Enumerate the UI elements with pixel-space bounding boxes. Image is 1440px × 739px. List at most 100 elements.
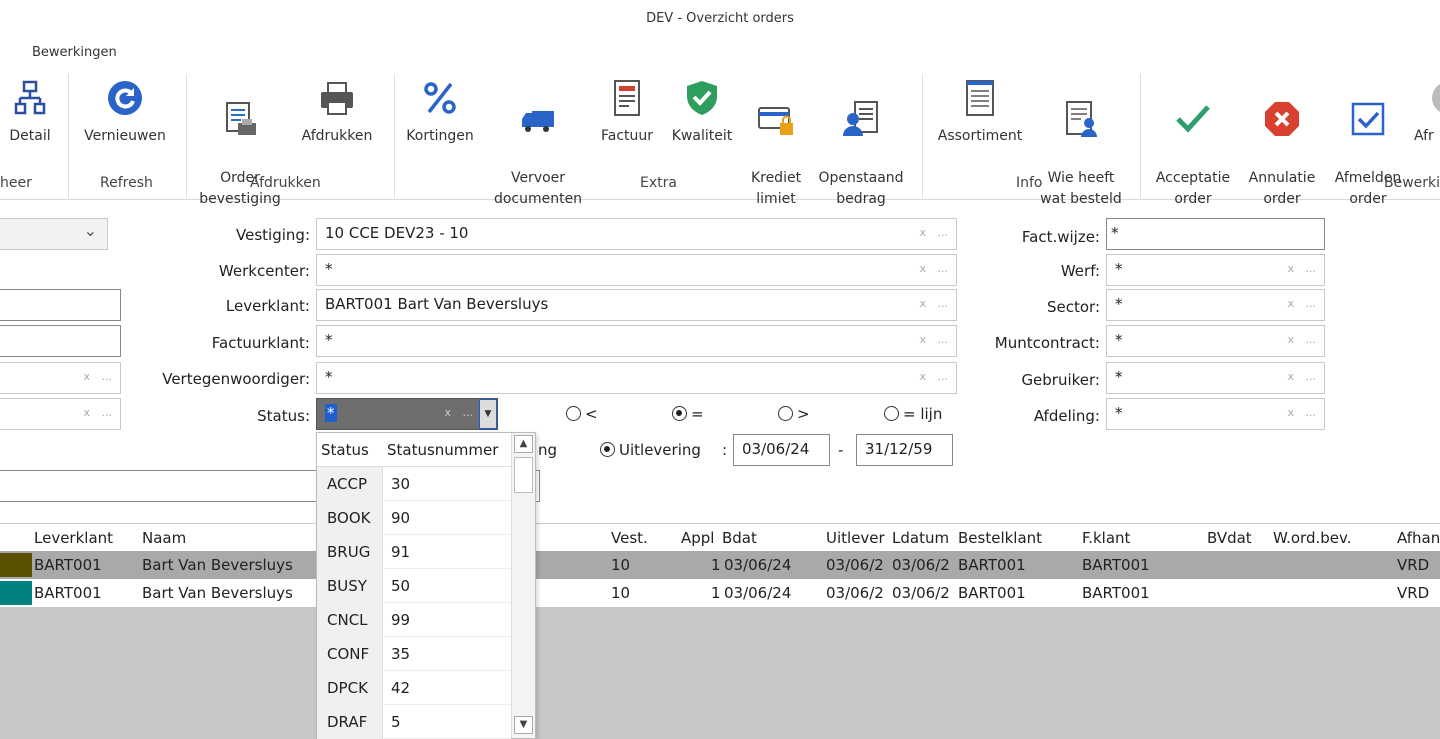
clear-icon[interactable]: x	[919, 262, 926, 275]
dropdown-option[interactable]: BUSY 50	[317, 569, 511, 603]
radio-circle	[600, 442, 615, 457]
ribbon-tab-bewerkingen[interactable]: Bewerkingen	[32, 45, 117, 60]
clear-icon[interactable]: x	[919, 297, 926, 310]
clear-icon[interactable]: x	[1287, 297, 1294, 310]
scroll-up-icon[interactable]: ▲	[514, 435, 533, 453]
dropdown-option[interactable]: CNCL 99	[317, 603, 511, 637]
col-word-bev[interactable]: W.ord.bev.	[1273, 529, 1351, 547]
col-bestelklant[interactable]: Bestelklant	[958, 529, 1042, 547]
sector-field[interactable]: * x...	[1106, 289, 1325, 321]
kortingen-button[interactable]: Kortingen	[402, 74, 478, 147]
factwijze-field[interactable]: *	[1106, 218, 1325, 250]
vervoer-documenten-button[interactable]: Vervoer documenten	[488, 74, 588, 210]
clear-icon[interactable]: x	[919, 226, 926, 239]
ellipsis-icon[interactable]: ...	[102, 370, 113, 383]
clear-icon[interactable]: x	[83, 370, 90, 383]
vertegenwoordiger-field[interactable]: * x...	[316, 362, 957, 394]
dropdown-option[interactable]: BOOK 90	[317, 501, 511, 535]
radio-uitlevering[interactable]: Uitlevering	[600, 441, 701, 459]
left-field-1[interactable]	[0, 289, 121, 321]
col-ldatum[interactable]: Ldatum	[892, 529, 949, 547]
werkcenter-field[interactable]: * x...	[316, 254, 957, 286]
wie-heeft-wat-besteld-button[interactable]: Wie heeft wat besteld	[1036, 74, 1126, 210]
cell-leverklant: BART001	[34, 584, 102, 602]
clear-icon[interactable]: x	[1287, 333, 1294, 346]
ellipsis-icon[interactable]: ...	[1306, 297, 1317, 310]
ellipsis-icon[interactable]: ...	[1306, 262, 1317, 275]
radio-less-than[interactable]: <	[566, 405, 598, 423]
kwaliteit-button[interactable]: Kwaliteit	[668, 74, 736, 147]
clear-icon[interactable]: x	[919, 333, 926, 346]
dropdown-col-statusnummer[interactable]: Statusnummer	[387, 441, 498, 459]
ellipsis-icon[interactable]: ...	[938, 370, 949, 383]
radio-equals-line[interactable]: = lijn	[884, 405, 942, 423]
vestiging-field[interactable]: 10 CCE DEV23 - 10 x...	[316, 218, 957, 250]
muntcontract-field[interactable]: * x...	[1106, 325, 1325, 357]
openstaand-bedrag-button[interactable]: Openstaand bedrag	[814, 74, 908, 210]
col-afhan[interactable]: Afhan	[1397, 529, 1440, 547]
afdrukken-button[interactable]: Afdrukken	[294, 74, 380, 147]
left-select[interactable]: ⌄	[0, 218, 108, 250]
assortiment-button[interactable]: Assortiment	[932, 74, 1028, 147]
ellipsis-icon[interactable]: ...	[1306, 406, 1317, 419]
col-leverklant[interactable]: Leverklant	[34, 529, 113, 547]
dropdown-option[interactable]: ACCP 30	[317, 467, 511, 501]
col-appl[interactable]: Appl	[681, 529, 714, 547]
col-vest[interactable]: Vest.	[611, 529, 648, 547]
radio-circle	[566, 406, 581, 421]
dropdown-col-status[interactable]: Status	[321, 441, 369, 459]
factuur-button[interactable]: Factuur	[596, 74, 658, 147]
factuurklant-field[interactable]: * x...	[316, 325, 957, 357]
status-combo[interactable]: * x ... ▼	[316, 398, 498, 430]
ellipsis-icon[interactable]: ...	[938, 333, 949, 346]
table-row[interactable]: BART001 Bart Van Beversluys 10 1 03/06/2…	[0, 551, 1440, 579]
col-bdat[interactable]: Bdat	[722, 529, 757, 547]
clear-icon[interactable]: x	[1287, 370, 1294, 383]
date-to-field[interactable]: 31/12/59	[856, 434, 953, 466]
dropdown-arrow-icon[interactable]: ▼	[479, 399, 497, 429]
clear-icon[interactable]: x	[83, 406, 90, 419]
krediet-limiet-button[interactable]: Krediet limiet	[744, 74, 808, 210]
ellipsis-icon[interactable]: ...	[1306, 370, 1317, 383]
dropdown-option[interactable]: BRUG 91	[317, 535, 511, 569]
dropdown-option[interactable]: DRAF 5	[317, 705, 511, 739]
left-field-2[interactable]	[0, 325, 121, 357]
clear-icon[interactable]: x	[444, 406, 451, 419]
radio-equals[interactable]: =	[672, 405, 704, 423]
dropdown-scrollbar[interactable]: ▲ ▼	[511, 433, 535, 738]
acceptatie-order-button[interactable]: Acceptatie order	[1148, 74, 1238, 210]
col-fklant[interactable]: F.klant	[1082, 529, 1130, 547]
ellipsis-icon[interactable]: ...	[463, 406, 474, 419]
ellipsis-icon[interactable]: ...	[1306, 333, 1317, 346]
ellipsis-icon[interactable]: ...	[938, 226, 949, 239]
date-from-field[interactable]: 03/06/24	[733, 434, 830, 466]
invoice-icon	[614, 80, 640, 116]
col-uitlever[interactable]: Uitlever	[826, 529, 885, 547]
ellipsis-icon[interactable]: ...	[938, 262, 949, 275]
ellipsis-icon[interactable]: ...	[102, 406, 113, 419]
clear-icon[interactable]: x	[919, 370, 926, 383]
col-naam[interactable]: Naam	[142, 529, 186, 547]
werf-field[interactable]: * x...	[1106, 254, 1325, 286]
scroll-thumb[interactable]	[514, 457, 533, 493]
radio-greater-than[interactable]: >	[778, 405, 810, 423]
scroll-down-icon[interactable]: ▼	[514, 716, 533, 734]
clear-icon[interactable]: x	[1287, 262, 1294, 275]
dropdown-option[interactable]: CONF 35	[317, 637, 511, 671]
afdeling-field[interactable]: * x...	[1106, 398, 1325, 430]
ellipsis-icon[interactable]: ...	[938, 297, 949, 310]
left-field-3[interactable]: x...	[0, 362, 121, 394]
vernieuwen-button[interactable]: Vernieuwen	[78, 74, 172, 147]
clear-icon[interactable]: x	[1287, 406, 1294, 419]
gebruiker-field[interactable]: * x...	[1106, 362, 1325, 394]
table-row[interactable]: BART001 Bart Van Beversluys 10 1 03/06/2…	[0, 579, 1440, 607]
detail-button[interactable]: Detail	[4, 74, 56, 147]
leverklant-field[interactable]: BART001 Bart Van Beversluys x...	[316, 289, 957, 321]
annulatie-order-button[interactable]: Annulatie order	[1242, 74, 1322, 210]
partial-ribbon-button[interactable]: Afr	[1414, 74, 1440, 147]
date-type-partial-label: ng	[538, 441, 558, 459]
date-dash: -	[838, 441, 844, 459]
dropdown-option[interactable]: DPCK 42	[317, 671, 511, 705]
left-field-4[interactable]: x...	[0, 398, 121, 430]
col-bvdat[interactable]: BVdat	[1207, 529, 1252, 547]
